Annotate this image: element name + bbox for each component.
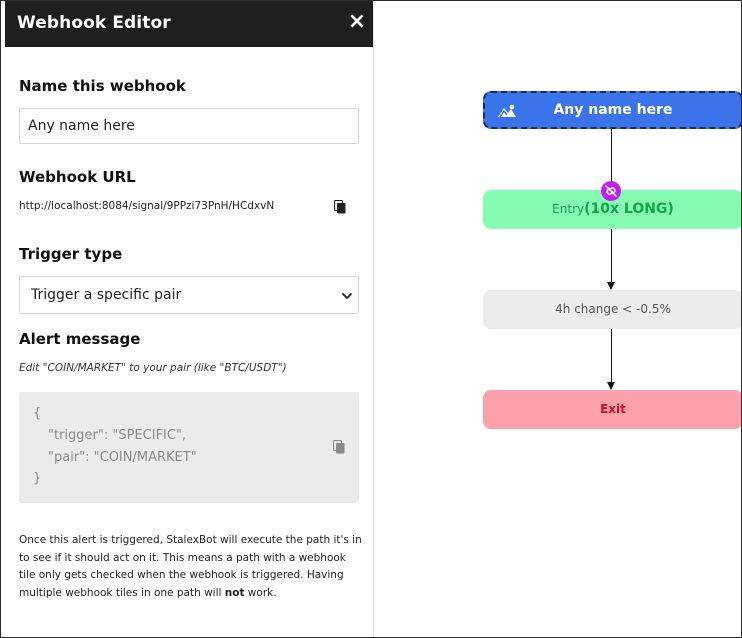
alert-hint: Edit "COIN/MARKET" to your pair (like "B… xyxy=(19,362,287,374)
webhook-name-input[interactable] xyxy=(19,108,359,144)
trigger-type-value: Trigger a specific pair xyxy=(31,287,182,303)
panel-title: Webhook Editor xyxy=(17,13,171,33)
exit-node[interactable]: Exit xyxy=(483,390,741,429)
webhook-node[interactable]: Any name here xyxy=(483,91,741,129)
entry-node-label: Entry(10x LONG) xyxy=(552,201,674,217)
unlink-icon[interactable] xyxy=(601,181,621,201)
chevron-down-icon xyxy=(341,288,353,302)
help-text: Once this alert is triggered, StalexBot … xyxy=(19,534,362,599)
webhook-url-text: http://localhost:8084/signal/9PPzi73PnH/… xyxy=(19,200,275,212)
exit-node-label: Exit xyxy=(600,402,626,416)
webhook-editor-panel: Webhook Editor × Name this webhook Webho… xyxy=(5,1,374,637)
close-icon: × xyxy=(347,9,367,34)
flow-canvas[interactable]: Any name here Entry(10x LONG) 4h change … xyxy=(375,1,741,637)
app-frame: Webhook Editor × Name this webhook Webho… xyxy=(0,0,742,638)
close-button[interactable]: × xyxy=(347,11,367,33)
url-label: Webhook URL xyxy=(19,168,136,186)
webhook-node-label: Any name here xyxy=(553,102,673,118)
name-label: Name this webhook xyxy=(19,77,186,95)
help-emphasis: not xyxy=(224,586,245,599)
condition-node-label: 4h change < -0.5% xyxy=(555,302,671,316)
trigger-type-select[interactable]: Trigger a specific pair xyxy=(19,276,359,314)
alert-message-code[interactable]: { "trigger": "SPECIFIC", "pair": "COIN/M… xyxy=(19,392,359,503)
trigger-type-label: Trigger type xyxy=(19,245,123,263)
copy-code-icon[interactable] xyxy=(333,440,345,454)
arrow-down-icon xyxy=(607,382,615,390)
code-line: { xyxy=(33,406,42,421)
code-line: } xyxy=(33,471,42,486)
code-line: "trigger": "SPECIFIC", xyxy=(48,428,187,443)
code-line: "pair": "COIN/MARKET" xyxy=(48,450,197,465)
copy-url-icon[interactable] xyxy=(334,200,346,214)
panel-header: Webhook Editor × xyxy=(5,1,373,47)
condition-node[interactable]: 4h change < -0.5% xyxy=(483,290,741,329)
connector-line xyxy=(611,229,612,283)
arrow-down-icon xyxy=(607,282,615,290)
connector-line xyxy=(611,329,612,383)
alert-message-label: Alert message xyxy=(19,330,141,348)
